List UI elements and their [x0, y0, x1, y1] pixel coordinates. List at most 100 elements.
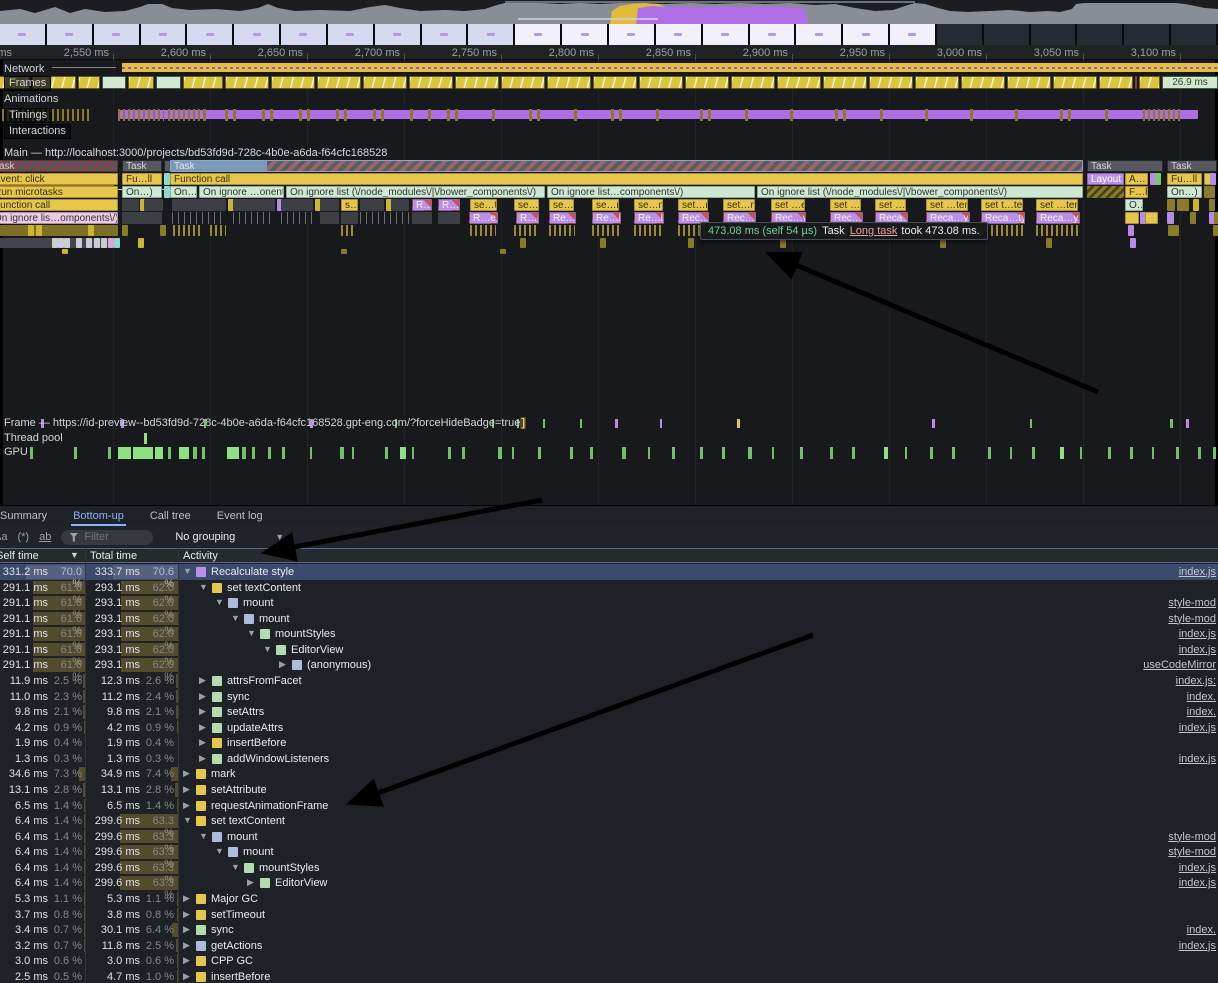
disclosure-triangle[interactable]: ▼	[215, 846, 224, 856]
disclosure-triangle[interactable]: ▼	[215, 597, 224, 607]
source-link[interactable]: useCodeMirror	[1143, 659, 1216, 671]
filmstrip-thumbnail[interactable]	[141, 24, 188, 45]
filmstrip-thumbnail[interactable]	[656, 24, 703, 45]
source-link[interactable]: index.js	[1179, 566, 1216, 578]
flame-event[interactable]: Task	[122, 160, 162, 172]
source-link[interactable]: index.js	[1179, 753, 1216, 765]
flame-event[interactable]	[320, 199, 339, 211]
flame-event[interactable]: set …tent	[875, 199, 906, 211]
flame-event[interactable]	[1210, 173, 1216, 185]
flame-event[interactable]: On ignore list…components\/)	[547, 186, 755, 198]
disclosure-triangle[interactable]: ▶	[183, 893, 190, 904]
table-row[interactable]: 1.9 ms0.4 %1.9 ms0.4 %▶insertBefore	[0, 735, 1218, 751]
flame-event[interactable]	[391, 199, 409, 211]
flame-event[interactable]	[160, 225, 166, 236]
table-row[interactable]: 6.4 ms1.4 %299.6 ms63.3 %▼mountStylesind…	[0, 860, 1218, 876]
disclosure-triangle[interactable]: ▶	[183, 800, 190, 811]
flame-event[interactable]	[438, 212, 460, 224]
filmstrip-thumbnail[interactable]	[375, 24, 422, 45]
filter-input[interactable]	[84, 531, 144, 543]
flame-chart[interactable]: TaskTaskTaskTaskTaskEvent: clickFu…llFun…	[0, 60, 1218, 505]
flame-event[interactable]: Fu…ll	[1167, 173, 1202, 185]
source-link[interactable]: index.	[1187, 924, 1216, 936]
flame-event[interactable]	[1209, 199, 1215, 211]
disclosure-triangle[interactable]: ▼	[199, 582, 208, 592]
flame-event[interactable]	[172, 212, 226, 224]
filmstrip-thumbnail[interactable]	[187, 24, 234, 45]
flame-event[interactable]: On…)	[1167, 186, 1202, 198]
disclosure-triangle[interactable]: ▼	[263, 644, 272, 654]
filter-pill[interactable]	[61, 530, 153, 545]
disclosure-triangle[interactable]: ▶	[199, 675, 206, 686]
disclosure-triangle[interactable]: ▶	[183, 784, 190, 795]
flame-event[interactable]: set…nt	[723, 199, 755, 211]
disclosure-triangle[interactable]: ▶	[183, 924, 190, 935]
long-task-link[interactable]: Long task	[850, 225, 898, 237]
flame-event[interactable]	[144, 199, 163, 211]
disclosure-triangle[interactable]: ▶	[247, 877, 254, 888]
source-link[interactable]: style-mod	[1168, 613, 1216, 625]
table-row[interactable]: 6.4 ms1.4 %299.6 ms63.3 %▼mountstyle-mod	[0, 844, 1218, 860]
disclosure-triangle[interactable]: ▶	[183, 940, 190, 951]
flame-event[interactable]	[634, 225, 663, 236]
disclosure-triangle[interactable]: ▶	[199, 753, 206, 764]
flame-event[interactable]	[233, 212, 275, 224]
disclosure-triangle[interactable]: ▶	[199, 737, 206, 748]
disclosure-triangle[interactable]: ▼	[231, 613, 240, 623]
flame-event[interactable]	[592, 225, 620, 236]
filmstrip-thumbnail[interactable]	[1031, 24, 1078, 45]
flame-event[interactable]	[1087, 186, 1124, 198]
flame-event[interactable]	[500, 249, 506, 254]
filmstrip-thumbnail[interactable]	[703, 24, 750, 45]
screenshot-filmstrip[interactable]	[0, 24, 1218, 45]
source-link[interactable]: index.js	[1179, 628, 1216, 640]
disclosure-triangle[interactable]: ▼	[183, 815, 192, 825]
table-row[interactable]: 6.5 ms1.4 %6.5 ms1.4 %▶requestAnimationF…	[0, 798, 1218, 814]
flame-event[interactable]: set …ent	[830, 199, 861, 211]
filmstrip-thumbnail[interactable]	[468, 24, 515, 45]
match-whole-word-icon[interactable]: ab	[39, 531, 51, 543]
filmstrip-thumbnail[interactable]	[515, 24, 562, 45]
flame-event[interactable]: On ignore list (\/node_modules\/|\/bower…	[286, 186, 545, 198]
source-link[interactable]: index.	[1187, 691, 1216, 703]
filmstrip-thumbnail[interactable]	[750, 24, 797, 45]
flame-event[interactable]	[549, 225, 575, 236]
flame-event[interactable]	[62, 249, 68, 254]
flame-event[interactable]	[1167, 212, 1174, 224]
filmstrip-thumbnail[interactable]	[47, 24, 94, 45]
flame-event[interactable]	[122, 212, 162, 224]
filmstrip-thumbnail[interactable]	[562, 24, 609, 45]
flame-event[interactable]	[173, 225, 203, 236]
filmstrip-thumbnail[interactable]	[234, 24, 281, 45]
flame-event[interactable]: O…	[1125, 199, 1143, 211]
flame-event[interactable]: Fu…ll	[122, 173, 162, 185]
flame-event[interactable]: Event: click	[0, 173, 118, 185]
flame-event[interactable]	[412, 212, 432, 224]
flame-event[interactable]	[122, 225, 128, 236]
disclosure-triangle[interactable]: ▶	[183, 955, 190, 966]
flame-event[interactable]: set …tent	[926, 199, 968, 211]
table-row[interactable]: 3.2 ms0.7 %11.8 ms2.5 %▶getActionsindex.…	[0, 938, 1218, 954]
table-row[interactable]: 4.2 ms0.9 %4.2 ms0.9 %▶updateAttrsindex.…	[0, 720, 1218, 736]
table-row[interactable]: 331.2 ms70.0 %333.7 ms70.6 %▼Recalculate…	[0, 564, 1218, 580]
flame-event[interactable]: On…)	[170, 186, 197, 198]
flame-event[interactable]	[600, 238, 606, 248]
flame-event[interactable]: Re…le	[592, 212, 621, 224]
flame-event[interactable]	[1213, 225, 1218, 236]
header-activity[interactable]: Activity	[183, 550, 218, 562]
panel-tabs[interactable]: SummaryBottom-upCall treeEvent log	[0, 508, 265, 526]
disclosure-triangle[interactable]: ▶	[199, 706, 206, 717]
table-row[interactable]: 5.3 ms1.1 %5.3 ms1.1 %▶Major GC	[0, 891, 1218, 907]
flame-event[interactable]	[138, 238, 144, 248]
table-row[interactable]: 13.1 ms2.8 %13.1 ms2.8 %▶setAttribute	[0, 782, 1218, 798]
flame-event[interactable]	[1193, 199, 1199, 211]
flame-event[interactable]: set t…tent	[981, 199, 1023, 211]
disclosure-triangle[interactable]: ▶	[183, 971, 190, 982]
source-link[interactable]: index.js	[1179, 722, 1216, 734]
disclosure-triangle[interactable]: ▶	[183, 768, 190, 779]
flame-event[interactable]	[1190, 212, 1196, 224]
filmstrip-thumbnail[interactable]	[1171, 24, 1218, 45]
flame-event[interactable]	[281, 199, 313, 211]
disclosure-triangle[interactable]: ▼	[247, 628, 256, 638]
table-row[interactable]: 2.5 ms0.5 %4.7 ms1.0 %▶insertBefore	[0, 969, 1218, 983]
